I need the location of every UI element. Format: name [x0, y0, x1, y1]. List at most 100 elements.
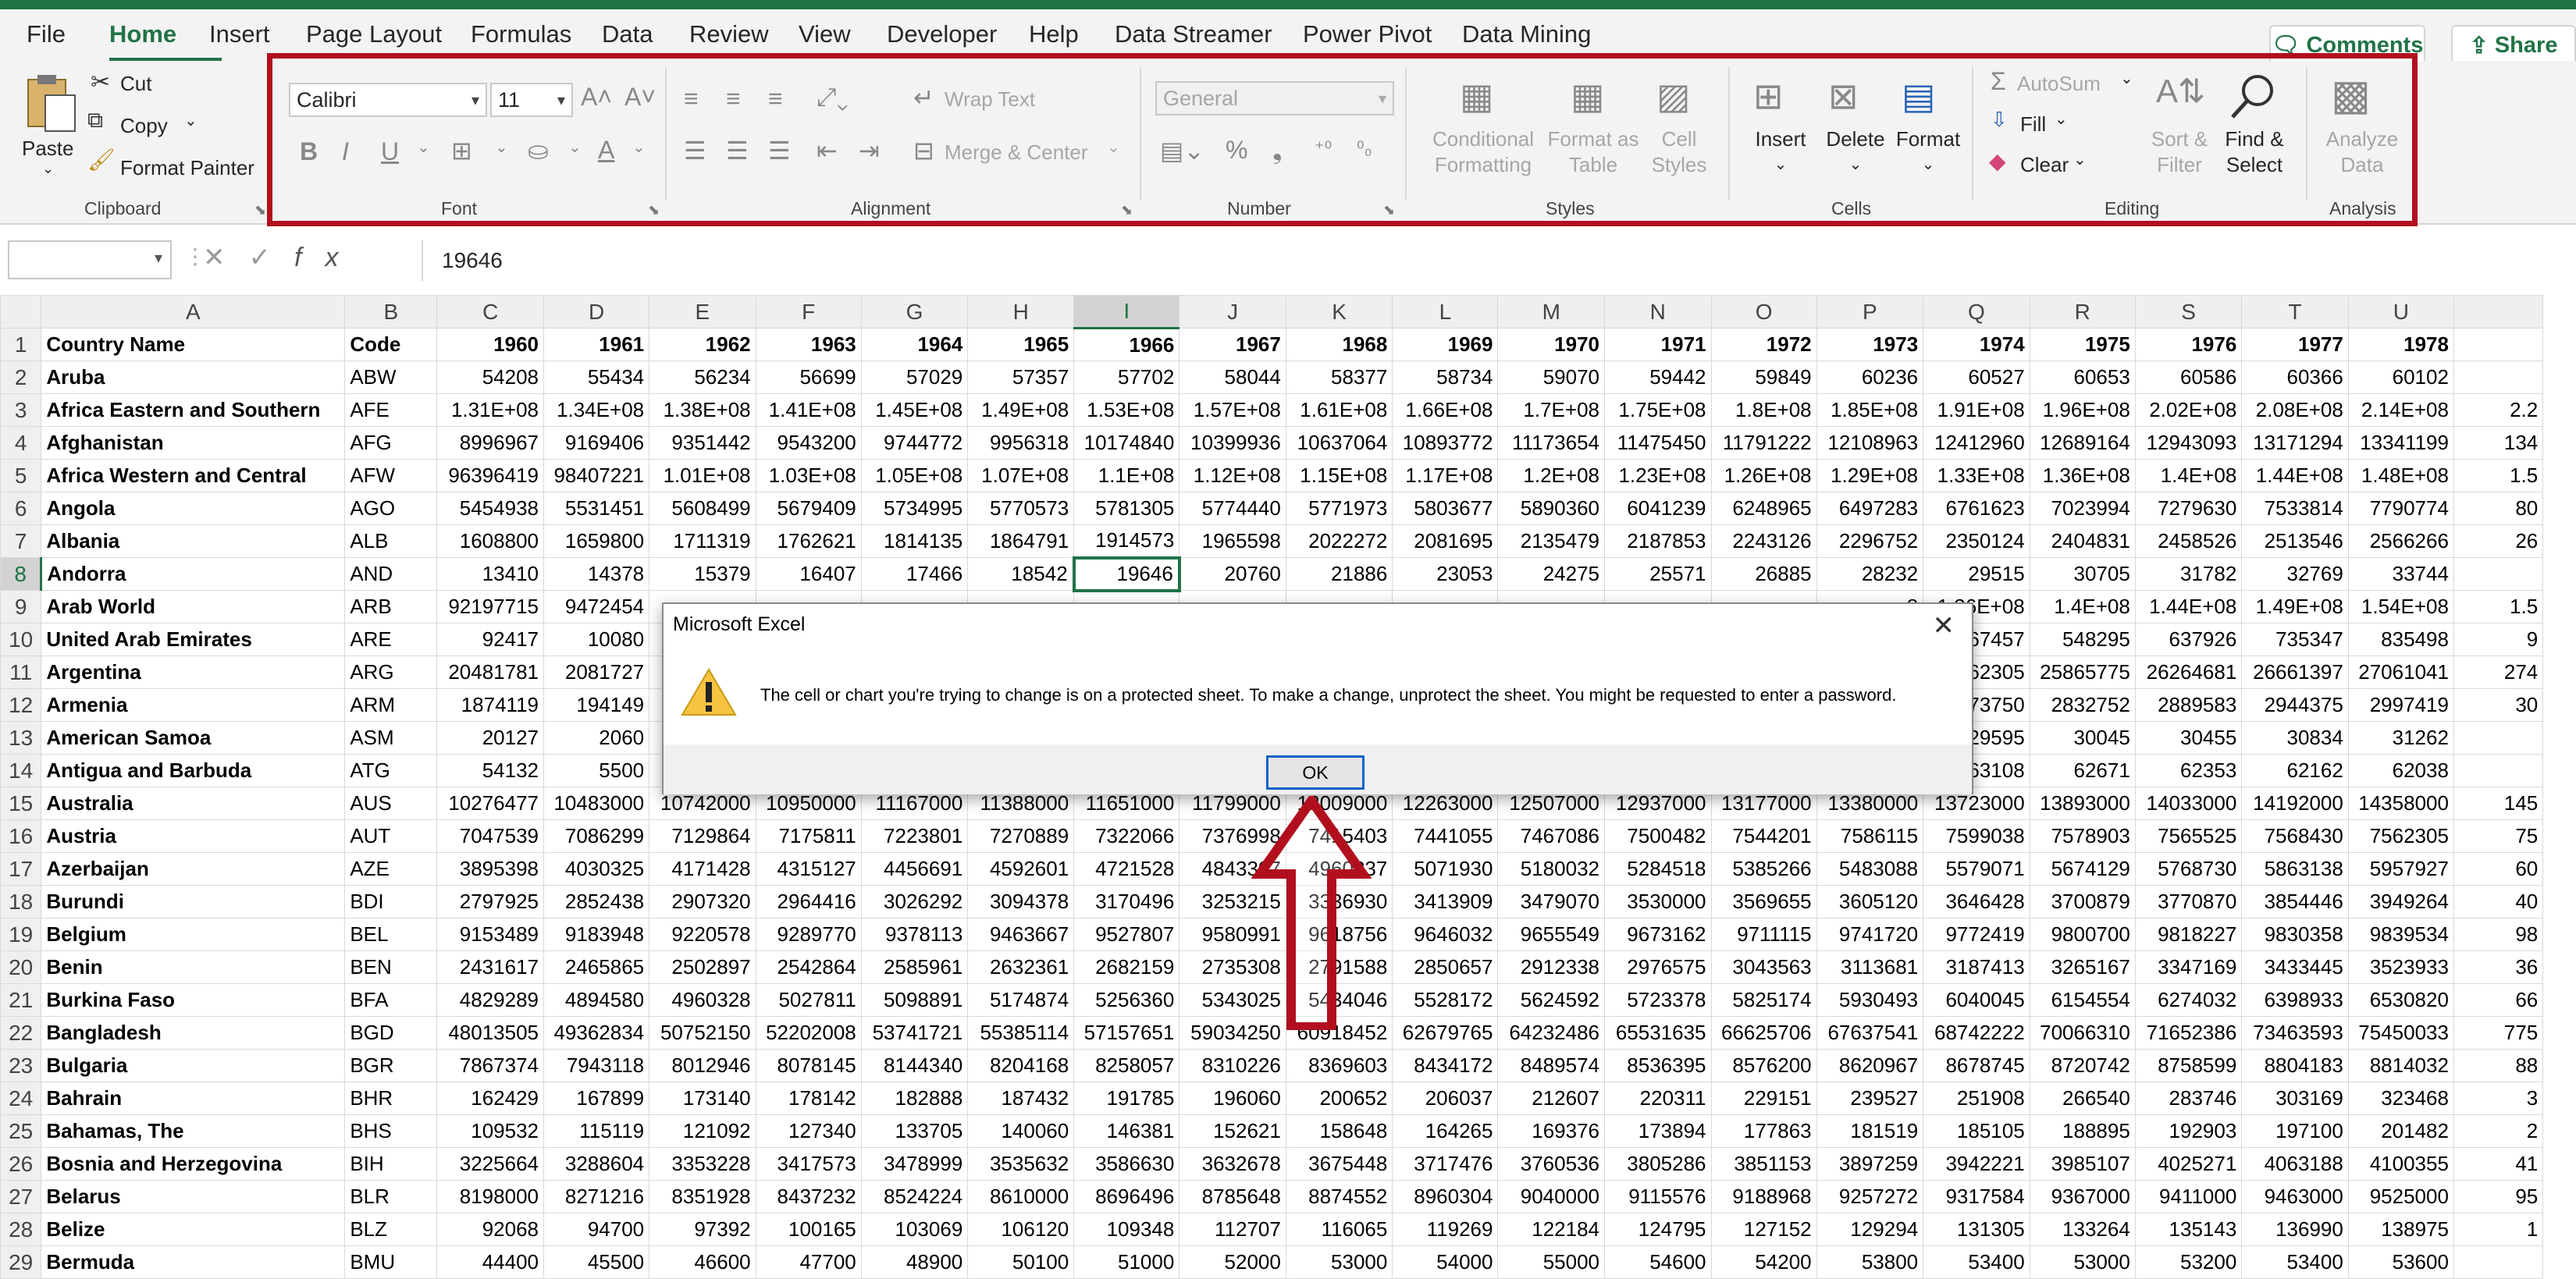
column-header[interactable]: O — [1710, 295, 1817, 329]
row-header[interactable]: 6 — [0, 492, 42, 525]
grid-cell[interactable]: 9543200 — [755, 426, 862, 460]
grid-cell[interactable]: 2964416 — [755, 885, 862, 918]
grid-cell[interactable]: 92068 — [436, 1213, 544, 1246]
country-name-cell[interactable]: Austria — [41, 819, 346, 853]
country-name-cell[interactable]: Azerbaijan — [41, 852, 346, 886]
currency-icon[interactable]: ▤⌄ — [1160, 136, 1204, 165]
grid-cell[interactable]: 62353 — [2134, 754, 2243, 787]
grid-cell[interactable]: 8258057 — [1073, 1049, 1180, 1082]
tab-insert[interactable]: Insert — [209, 20, 270, 48]
grid-cell[interactable]: 1.41E+08 — [755, 393, 862, 427]
grid-cell[interactable]: 57702 — [1073, 361, 1180, 394]
grid-cell[interactable]: 96396419 — [436, 459, 544, 492]
grid-cell[interactable]: 8620967 — [1816, 1049, 1924, 1082]
grid-cell[interactable]: 2542864 — [755, 950, 862, 984]
column-header[interactable]: K — [1285, 295, 1393, 329]
select-all-corner[interactable] — [0, 295, 42, 329]
grid-cell[interactable]: 12689164 — [2029, 426, 2136, 460]
grid-cell[interactable]: 181519 — [1816, 1114, 1924, 1148]
row-header[interactable]: 25 — [0, 1114, 42, 1148]
grid-cell[interactable] — [2453, 754, 2544, 787]
delete-cells-button[interactable]: Delete ⌄ — [1817, 126, 1894, 178]
row-header[interactable]: 20 — [0, 950, 42, 984]
row-header[interactable]: 17 — [0, 852, 42, 886]
row-header[interactable]: 7 — [0, 524, 42, 558]
chevron-down-icon[interactable]: ⌄ — [568, 137, 582, 157]
grid-cell[interactable]: 1.49E+08 — [2241, 590, 2349, 624]
chevron-down-icon[interactable]: ⌄ — [495, 137, 508, 157]
grid-cell[interactable]: 4315127 — [755, 852, 862, 886]
grid-cell[interactable]: 46600 — [649, 1245, 756, 1279]
grid-cell[interactable]: 5774440 — [1179, 492, 1286, 525]
grid-cell[interactable]: 8144340 — [860, 1049, 969, 1082]
row-header[interactable]: 19 — [0, 918, 42, 951]
grid-cell[interactable]: 8524224 — [860, 1180, 969, 1213]
grid-cell[interactable]: 1965598 — [1179, 524, 1286, 558]
grid-cell[interactable]: 62038 — [2347, 754, 2454, 787]
comments-button[interactable]: 🗨 Comments — [2269, 25, 2425, 66]
grid-cell[interactable]: 66 — [2453, 983, 2544, 1017]
grid-cell[interactable]: 60366 — [2241, 361, 2349, 394]
grid-cell[interactable]: 53000 — [2029, 1245, 2136, 1279]
grid-cell[interactable]: 1964 — [860, 328, 969, 361]
grid-cell[interactable]: 36 — [2453, 950, 2544, 984]
grid-cell[interactable]: 3535632 — [967, 1147, 1075, 1181]
enter-icon[interactable]: ✓ — [249, 243, 295, 272]
grid-cell[interactable]: 54208 — [436, 361, 544, 394]
grid-cell[interactable]: 55385114 — [967, 1016, 1075, 1050]
increase-font-icon[interactable]: A˄ — [581, 83, 612, 112]
grid-cell[interactable]: 3770870 — [2134, 885, 2243, 918]
country-name-cell[interactable]: Bahrain — [41, 1082, 346, 1115]
grid-cell[interactable]: 1961 — [543, 328, 650, 361]
grid-cell[interactable]: 30045 — [2029, 721, 2136, 755]
country-name-cell[interactable]: American Samoa — [41, 721, 346, 755]
align-center-icon[interactable]: ☰ — [726, 136, 749, 165]
grid-cell[interactable]: 9183948 — [543, 918, 650, 951]
column-header[interactable]: P — [1816, 295, 1924, 329]
grid-cell[interactable]: 196060 — [1179, 1082, 1286, 1115]
format-cells-button[interactable]: Format ⌄ — [1889, 126, 1967, 178]
grid-cell[interactable]: 2502897 — [649, 950, 756, 984]
grid-cell[interactable]: 1.03E+08 — [755, 459, 862, 492]
grid-cell[interactable]: 62679765 — [1392, 1016, 1499, 1050]
grid-cell[interactable]: 8369603 — [1285, 1049, 1393, 1082]
country-name-cell[interactable]: Albania — [41, 524, 346, 558]
grid-cell[interactable]: 5679409 — [755, 492, 862, 525]
grid-cell[interactable]: 7223801 — [860, 819, 969, 853]
grid-cell[interactable]: 30705 — [2029, 557, 2136, 591]
grid-cell[interactable]: 1.7E+08 — [1497, 393, 1605, 427]
country-name-cell[interactable]: Argentina — [41, 655, 346, 689]
row-header[interactable]: 24 — [0, 1082, 42, 1115]
grid-cell[interactable]: 177863 — [1710, 1114, 1817, 1148]
grid-cell[interactable]: 1978 — [2347, 328, 2454, 361]
grid-cell[interactable]: 5071930 — [1392, 852, 1499, 886]
wrap-text-button[interactable]: Wrap Text — [945, 87, 1035, 112]
grid-cell[interactable]: 1.5 — [2453, 459, 2544, 492]
grid-cell[interactable]: 169376 — [1497, 1114, 1605, 1148]
font-size-combo[interactable]: 11 ▾ — [490, 83, 573, 117]
grid-cell[interactable]: 109348 — [1073, 1213, 1180, 1246]
grid-cell[interactable]: 33744 — [2347, 557, 2454, 591]
grid-cell[interactable]: 10276477 — [436, 787, 544, 820]
grid-cell[interactable]: 1.96E+08 — [2029, 393, 2136, 427]
grid-cell[interactable]: 5771973 — [1285, 492, 1393, 525]
fill-color-icon[interactable]: ⛀ — [528, 136, 549, 165]
grid-cell[interactable]: 7943118 — [543, 1049, 650, 1082]
grid-cell[interactable]: 735347 — [2241, 623, 2349, 656]
grid-cell[interactable]: 8078145 — [755, 1049, 862, 1082]
chevron-down-icon[interactable]: ⌄ — [417, 137, 430, 157]
grid-cell[interactable]: 73463593 — [2241, 1016, 2349, 1050]
grid-cell[interactable]: 10637064 — [1285, 426, 1393, 460]
grid-cell[interactable]: 1.36E+08 — [2029, 459, 2136, 492]
grid-cell[interactable]: 239527 — [1816, 1082, 1924, 1115]
grid-cell[interactable]: 28232 — [1816, 557, 1924, 591]
grid-cell[interactable]: 1967 — [1179, 328, 1286, 361]
grid-cell[interactable]: 1.2E+08 — [1497, 459, 1605, 492]
grid-cell[interactable]: 8785648 — [1179, 1180, 1286, 1213]
row-header[interactable]: 3 — [0, 393, 42, 427]
country-name-cell[interactable]: Aruba — [41, 361, 346, 394]
grid-cell[interactable]: 9220578 — [649, 918, 756, 951]
grid-cell[interactable]: 7441055 — [1392, 819, 1499, 853]
column-header[interactable]: H — [967, 295, 1075, 329]
grid-cell[interactable]: 92417 — [436, 623, 544, 656]
